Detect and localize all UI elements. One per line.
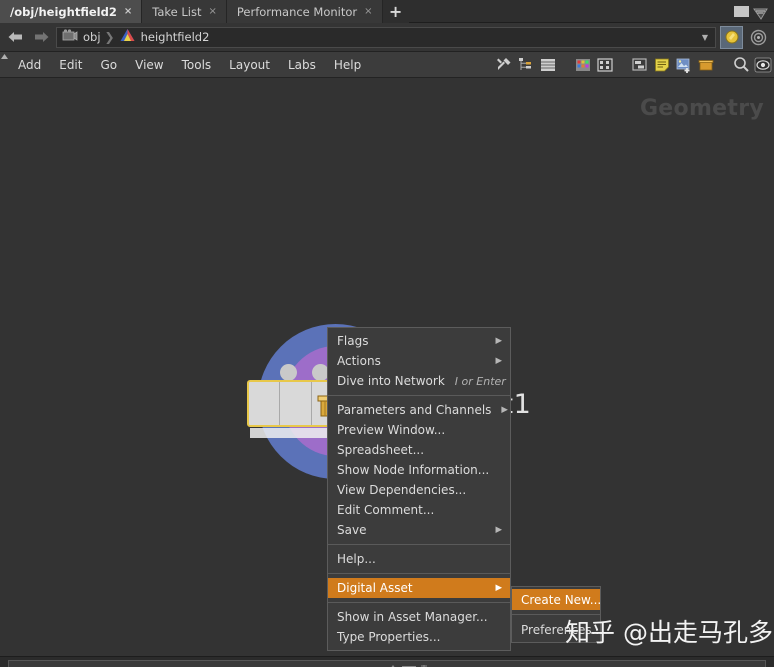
chevron-right-icon: ▶ — [495, 336, 502, 346]
tab-obj-heightfield2[interactable]: /obj/heightfield2 × — [0, 0, 143, 23]
path-bar: obj ❯ heightfield2 ▼ — [0, 23, 774, 52]
target-icon[interactable] — [747, 26, 770, 49]
network-toolbar — [493, 52, 774, 78]
add-image-icon[interactable] — [673, 52, 695, 78]
grid-icon[interactable] — [594, 52, 616, 78]
new-tab-button[interactable]: + — [382, 0, 409, 23]
chevron-right-icon: ▶ — [495, 583, 502, 593]
network-path-field[interactable]: obj ❯ heightfield2 ▼ — [56, 26, 716, 48]
window-controls — [728, 0, 774, 22]
tab-bar-spacer — [408, 0, 728, 22]
tab-close-icon[interactable]: × — [208, 6, 216, 17]
breadcrumb-heightfield2-label: heightfield2 — [140, 30, 210, 44]
menu-item-view-dependencies[interactable]: View Dependencies... — [328, 480, 510, 500]
obj-network-icon — [62, 28, 78, 46]
menu-separator — [328, 602, 510, 603]
menu-item-spreadsheet[interactable]: Spreadsheet... — [328, 440, 510, 460]
forward-arrow-icon[interactable] — [30, 26, 52, 48]
menu-item-edit-comment[interactable]: Edit Comment... — [328, 500, 510, 520]
hierarchy-icon[interactable] — [515, 52, 537, 78]
menu-item-accelerator: I or Enter — [454, 374, 506, 388]
network-left-rail — [0, 78, 8, 656]
color-palette-icon[interactable] — [572, 52, 594, 78]
sticky-note-icon[interactable] — [651, 52, 673, 78]
close-icon[interactable] — [753, 5, 768, 20]
menu-go[interactable]: Go — [91, 52, 126, 78]
tab-close-icon[interactable]: × — [364, 6, 372, 17]
tab-label: Performance Monitor — [236, 4, 358, 19]
breadcrumb-heightfield2[interactable]: heightfield2 — [119, 28, 210, 46]
tab-performance-monitor[interactable]: Performance Monitor × — [226, 0, 383, 23]
menu-layout[interactable]: Layout — [220, 52, 279, 78]
eye-icon[interactable] — [752, 52, 774, 78]
tab-label: Take List — [152, 4, 202, 19]
menu-bar: Add Edit Go View Tools Layout Labs Help — [0, 52, 774, 78]
menu-item-show-node-information[interactable]: Show Node Information... — [328, 460, 510, 480]
menu-item-preview-window[interactable]: Preview Window... — [328, 420, 510, 440]
breadcrumb-obj[interactable]: obj — [62, 28, 101, 46]
network-context-watermark: Geometry — [639, 96, 764, 121]
menu-item-show-in-asset-manager[interactable]: Show in Asset Manager... — [328, 607, 510, 627]
menu-separator — [328, 395, 510, 396]
menu-item-dive-into-network[interactable]: Dive into Network I or Enter — [328, 371, 510, 391]
menu-bar-grip[interactable] — [0, 52, 9, 78]
menu-labs[interactable]: Labs — [279, 52, 325, 78]
menu-item-digital-asset[interactable]: Digital Asset ▶ — [328, 578, 510, 598]
tab-take-list[interactable]: Take List × — [142, 0, 227, 23]
network-box-icon[interactable] — [629, 52, 651, 78]
restore-icon[interactable] — [734, 5, 749, 17]
menu-item-actions[interactable]: Actions ▶ — [328, 351, 510, 371]
timeline-playhead[interactable] — [389, 660, 429, 667]
subnet-box-icon[interactable] — [695, 52, 717, 78]
menu-help[interactable]: Help — [325, 52, 370, 78]
chevron-down-icon[interactable]: ▼ — [697, 33, 713, 42]
bottom-status-bar — [0, 656, 774, 667]
image-watermark: 知乎 @出走马孔多 — [565, 618, 773, 647]
menu-item-help[interactable]: Help... — [328, 549, 510, 569]
menu-view[interactable]: View — [126, 52, 172, 78]
chevron-right-icon: ▶ — [495, 356, 502, 366]
search-icon[interactable] — [730, 52, 752, 78]
menu-edit[interactable]: Edit — [50, 52, 91, 78]
menu-item-type-properties[interactable]: Type Properties... — [328, 627, 510, 647]
chevron-right-icon: ▶ — [501, 405, 508, 415]
chevron-right-icon: ▶ — [495, 525, 502, 535]
menu-tools[interactable]: Tools — [173, 52, 221, 78]
list-icon[interactable] — [537, 52, 559, 78]
menu-item-parameters-and-channels[interactable]: Parameters and Channels ▶ — [328, 400, 510, 420]
tab-close-icon[interactable]: × — [124, 6, 132, 17]
submenu-item-create-new[interactable]: Create New... — [512, 589, 601, 610]
node-context-menu[interactable]: Flags ▶ Actions ▶ Dive into Network I or… — [327, 327, 511, 651]
breadcrumb-obj-label: obj — [83, 30, 101, 44]
tab-label: /obj/heightfield2 — [10, 4, 117, 19]
back-arrow-icon[interactable] — [4, 26, 26, 48]
houdini-window: /obj/heightfield2 × Take List × Performa… — [0, 0, 774, 667]
pin-icon[interactable] — [720, 25, 743, 49]
tab-bar: /obj/heightfield2 × Take List × Performa… — [0, 0, 774, 23]
menu-add[interactable]: Add — [9, 52, 50, 78]
menu-item-save[interactable]: Save ▶ — [328, 520, 510, 540]
tools-wrench-icon[interactable] — [493, 52, 515, 78]
menu-separator — [328, 573, 510, 574]
menu-item-flags[interactable]: Flags ▶ — [328, 331, 510, 351]
menu-separator — [328, 544, 510, 545]
timeline-track[interactable] — [8, 660, 766, 667]
geometry-node-icon — [119, 28, 136, 46]
breadcrumb-separator: ❯ — [104, 30, 115, 44]
